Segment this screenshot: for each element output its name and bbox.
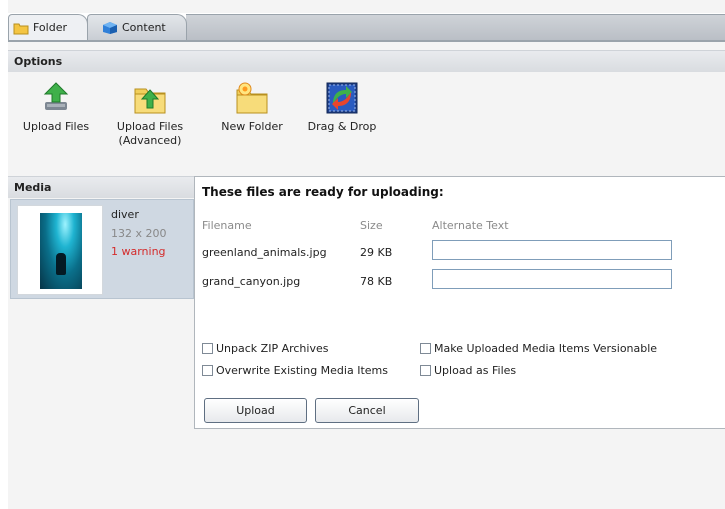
upload-files-button[interactable]: Upload Files xyxy=(14,80,98,134)
media-item-warning[interactable]: 1 warning xyxy=(111,245,166,258)
checkbox-box[interactable] xyxy=(202,365,213,376)
cube-icon xyxy=(102,21,118,35)
tab-underline xyxy=(8,40,725,42)
upload-as-files-label: Upload as Files xyxy=(434,364,517,377)
unpack-zip-checkbox[interactable]: Unpack ZIP Archives xyxy=(202,342,328,355)
column-size: Size xyxy=(360,219,383,232)
column-alternate-text: Alternate Text xyxy=(432,219,509,232)
checkbox-box[interactable] xyxy=(202,343,213,354)
unpack-zip-label: Unpack ZIP Archives xyxy=(216,342,329,355)
upload-files-advanced-button[interactable]: Upload Files (Advanced) xyxy=(108,80,192,148)
column-filename: Filename xyxy=(202,219,252,232)
upload-as-files-checkbox[interactable]: Upload as Files xyxy=(420,364,516,377)
media-item-dimensions: 132 x 200 xyxy=(111,227,167,240)
folder-icon xyxy=(13,21,29,35)
tab-folder-label: Folder xyxy=(33,21,67,34)
options-header: Options xyxy=(8,50,725,72)
dialog-title: These files are ready for uploading: xyxy=(202,185,444,199)
tab-content-label: Content xyxy=(122,21,166,34)
thumbnail-frame xyxy=(17,205,103,295)
checkbox-box[interactable] xyxy=(420,365,431,376)
new-folder-button[interactable]: New Folder xyxy=(210,80,294,134)
tab-folder[interactable]: Folder xyxy=(8,14,88,40)
media-item-name: diver xyxy=(111,208,139,221)
drag-drop-icon xyxy=(324,80,360,116)
tab-content[interactable]: Content xyxy=(87,14,187,40)
versionable-label: Make Uploaded Media Items Versionable xyxy=(434,342,658,355)
cancel-button[interactable]: Cancel xyxy=(315,398,419,423)
file-row-2-filename: grand_canyon.jpg xyxy=(202,275,301,288)
file-row-1-alt-input[interactable] xyxy=(432,240,672,260)
tab-bar-fill xyxy=(186,14,725,41)
file-row-2-alt-input[interactable] xyxy=(432,269,672,289)
left-edge xyxy=(0,0,8,509)
file-row-2-size: 78 KB xyxy=(360,275,393,288)
media-header: Media xyxy=(8,176,194,198)
upload-dialog: These files are ready for uploading: Fil… xyxy=(194,176,725,429)
overwrite-checkbox[interactable]: Overwrite Existing Media Items xyxy=(202,364,388,377)
upload-button[interactable]: Upload xyxy=(204,398,307,423)
overwrite-label: Overwrite Existing Media Items xyxy=(216,364,388,377)
diver-thumbnail xyxy=(40,213,82,289)
checkbox-box[interactable] xyxy=(420,343,431,354)
upload-arrow-icon xyxy=(38,80,74,116)
new-folder-icon xyxy=(234,80,270,116)
versionable-checkbox[interactable]: Make Uploaded Media Items Versionable xyxy=(420,342,657,355)
diver-silhouette xyxy=(56,253,66,275)
media-item[interactable]: diver 132 x 200 1 warning xyxy=(10,199,194,299)
upload-folder-icon xyxy=(132,80,168,116)
file-row-1-size: 29 KB xyxy=(360,246,393,259)
drag-drop-button[interactable]: Drag & Drop xyxy=(300,80,384,134)
file-row-1-filename: greenland_animals.jpg xyxy=(202,246,327,259)
